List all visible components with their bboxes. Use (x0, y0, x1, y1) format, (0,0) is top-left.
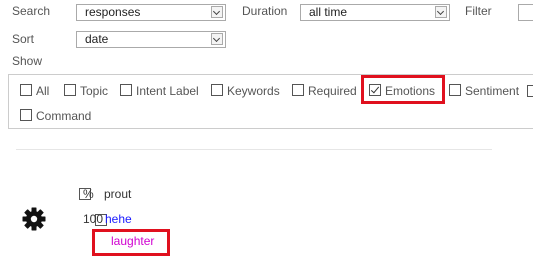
intent-label-checkbox[interactable] (120, 84, 132, 96)
gear-icon[interactable] (22, 207, 46, 231)
show-option-required[interactable]: Required (292, 84, 357, 98)
search-label: Search (12, 4, 51, 18)
sort-select[interactable]: date (76, 31, 226, 48)
row-score: 100 (83, 212, 104, 226)
emotions-highlight (361, 75, 445, 104)
next-option-checkbox[interactable] (527, 85, 533, 97)
topic-checkbox[interactable] (64, 84, 76, 96)
show-option-command[interactable]: Command (20, 109, 91, 123)
chevron-down-icon (211, 33, 223, 45)
show-option-sentiment[interactable]: Sentiment (449, 84, 519, 98)
show-option-topic[interactable]: Topic (64, 84, 108, 98)
show-option-all[interactable]: All (20, 84, 49, 98)
sort-select-value: date (85, 32, 109, 46)
percent-header: % (83, 187, 94, 201)
chevron-down-icon (211, 6, 223, 18)
duration-select-value: all time (309, 5, 348, 19)
keywords-checkbox[interactable] (211, 84, 223, 96)
filter-label: Filter (465, 4, 492, 18)
required-checkbox[interactable] (292, 84, 304, 96)
search-select-value: responses (85, 5, 141, 19)
emotion-tag: laughter (111, 234, 155, 248)
row-text-link[interactable]: hehe (105, 212, 132, 226)
divider (16, 149, 492, 150)
duration-label: Duration (242, 4, 288, 18)
search-select[interactable]: responses (76, 4, 226, 21)
sort-label: Sort (12, 32, 35, 46)
text-header: prout (104, 187, 132, 201)
show-label: Show (12, 54, 43, 68)
all-checkbox[interactable] (20, 84, 32, 96)
chevron-down-icon (435, 6, 447, 18)
show-option-keywords[interactable]: Keywords (211, 84, 280, 98)
command-checkbox[interactable] (20, 109, 32, 121)
sentiment-checkbox[interactable] (449, 84, 461, 96)
filter-input[interactable] (518, 4, 533, 21)
show-option-intent-label[interactable]: Intent Label (120, 84, 199, 98)
duration-select[interactable]: all time (300, 4, 450, 21)
